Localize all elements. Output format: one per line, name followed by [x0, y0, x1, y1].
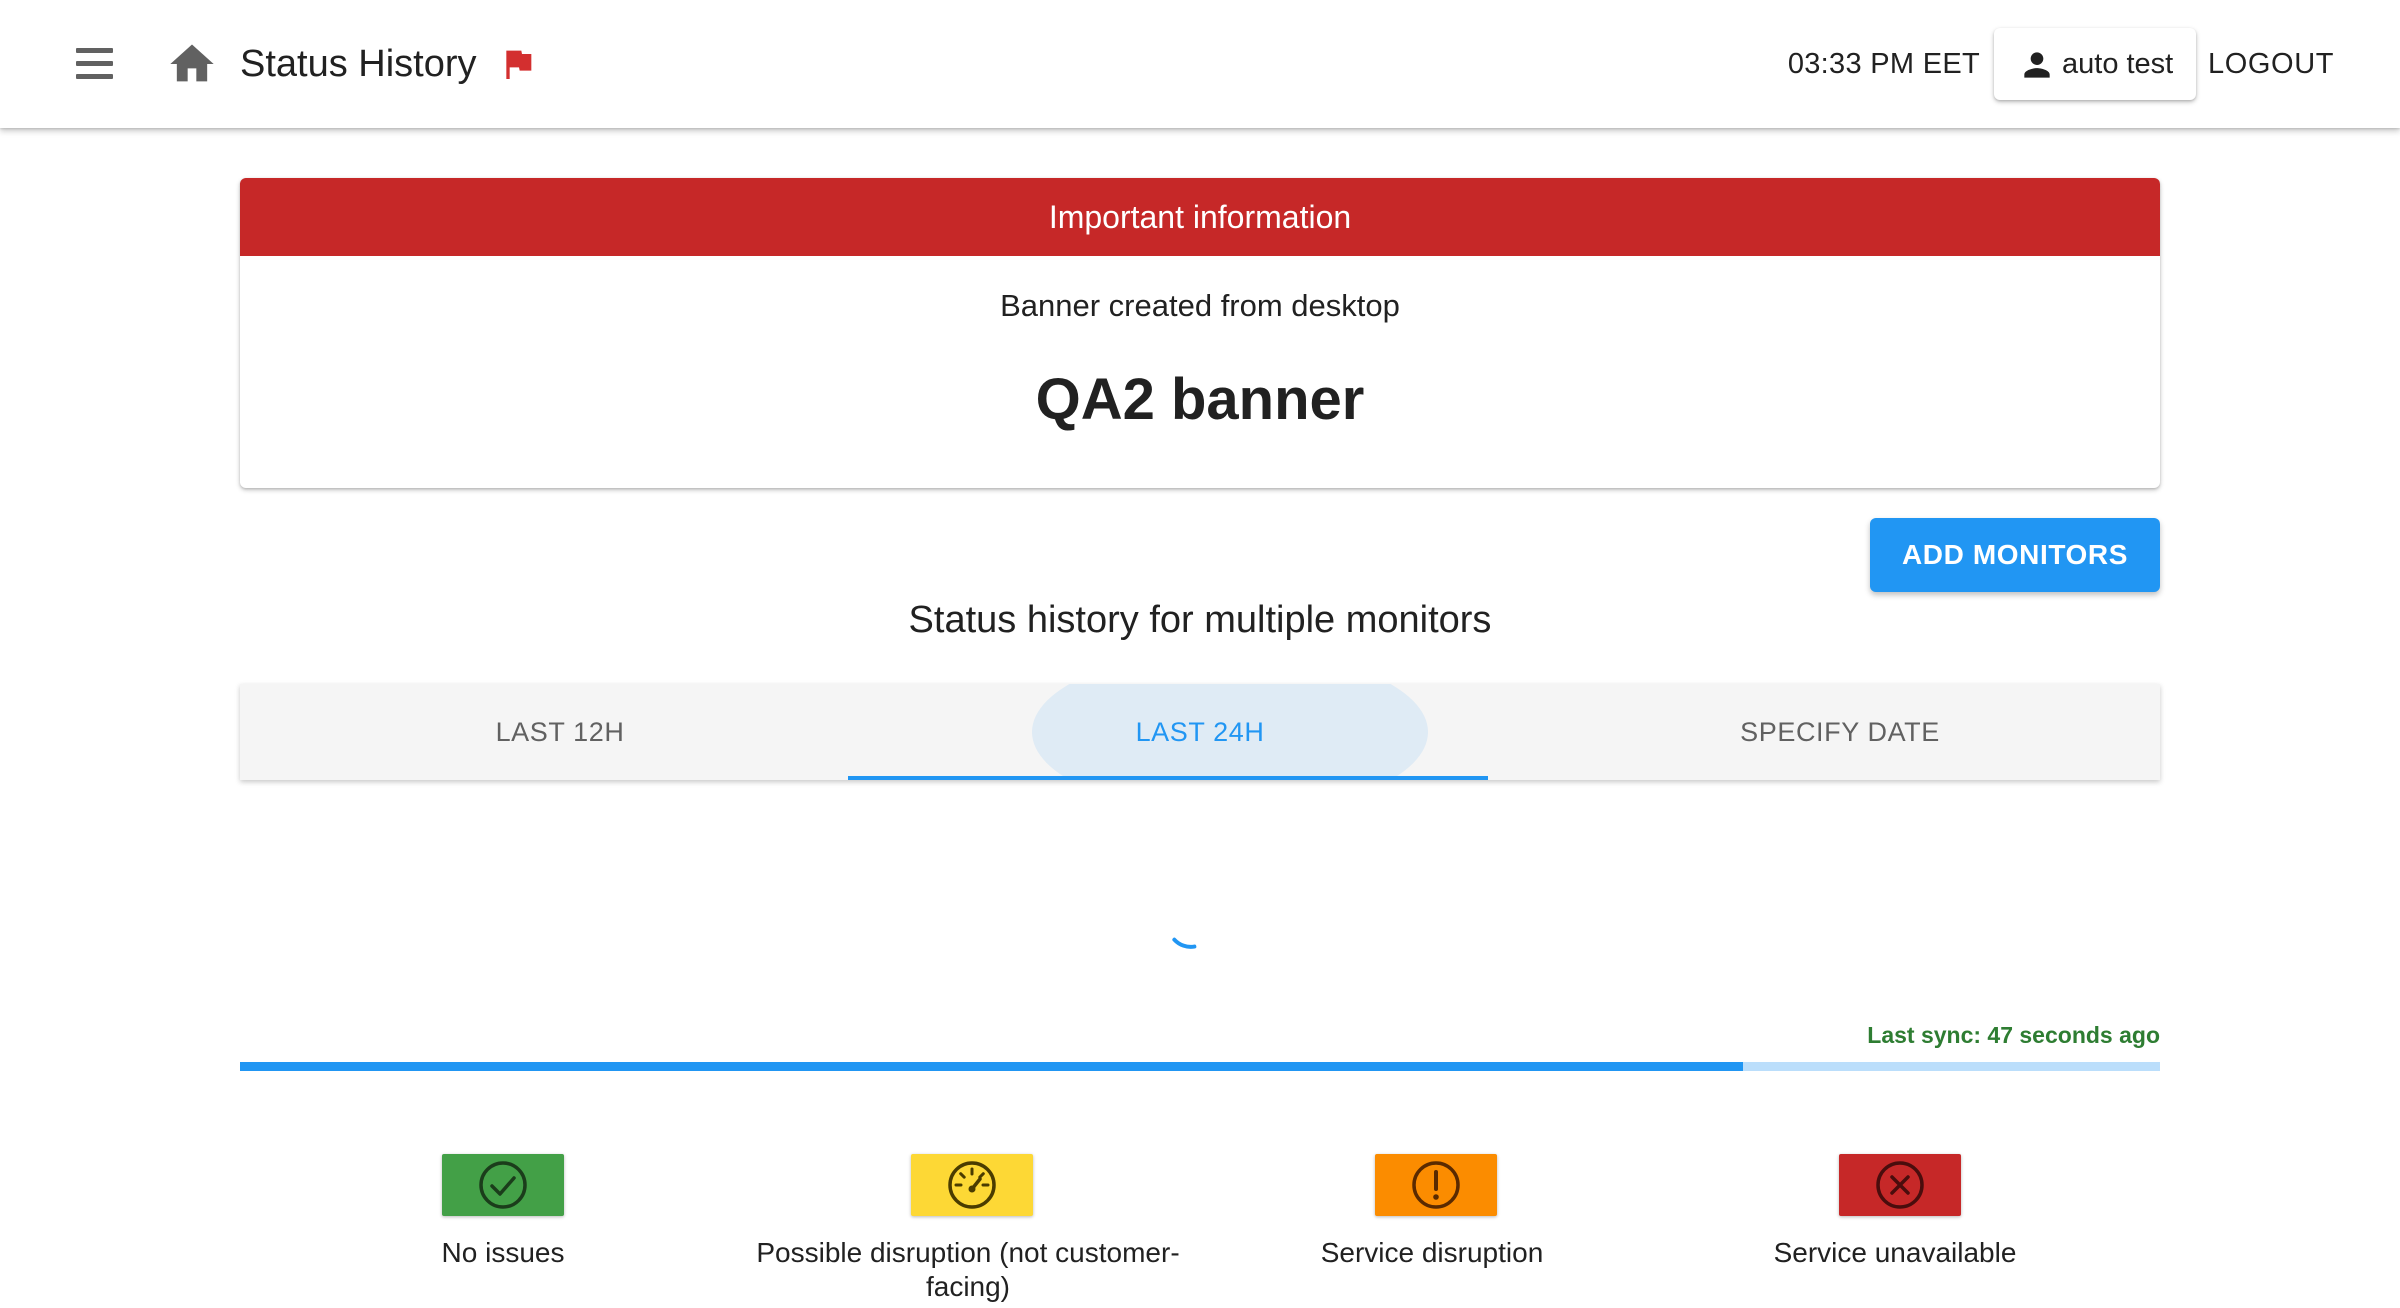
loading-spinner-icon	[1166, 904, 1226, 964]
banner-heading: Important information	[240, 178, 2160, 256]
add-monitors-button[interactable]: ADD MONITORS	[1870, 518, 2160, 592]
legend-label: Possible disruption (not customer-facing…	[756, 1237, 1180, 1302]
x-circle-icon	[1876, 1161, 1924, 1209]
menu-icon[interactable]	[66, 40, 122, 88]
legend-label: Service unavailable	[1773, 1237, 2017, 1268]
user-menu-button[interactable]: auto test	[1994, 28, 2196, 100]
logout-button[interactable]: LOGOUT	[2208, 40, 2334, 88]
tab-specify-date[interactable]: SPECIFY DATE	[1520, 684, 2160, 780]
banner-title: QA2 banner	[1035, 367, 1365, 432]
tab-last-12h[interactable]: LAST 12H	[240, 684, 880, 780]
tab-label: LAST 12H	[495, 717, 625, 747]
legend-swatch	[911, 1154, 1033, 1216]
page-title: Status History	[240, 43, 477, 85]
app-bar: Status History 03:33 PM EET auto test LO…	[0, 0, 2400, 128]
sync-progress-fill	[240, 1062, 1744, 1071]
important-info-banner: Important information Banner created fro…	[240, 178, 2160, 488]
person-icon	[2018, 46, 2056, 84]
legend-swatch	[1375, 1154, 1497, 1216]
tab-indicator	[848, 776, 1488, 780]
tab-last-24h[interactable]: LAST 24H	[880, 684, 1520, 780]
last-sync-status: Last sync: 47 seconds ago	[1867, 1022, 2160, 1048]
tab-label: LAST 24H	[1135, 717, 1265, 747]
banner-subtitle: Banner created from desktop	[1000, 288, 1400, 323]
time-range-tabs: LAST 12H LAST 24H SPECIFY DATE	[240, 684, 2160, 780]
section-title: Status history for multiple monitors	[908, 599, 1492, 641]
legend-swatch	[1839, 1154, 1961, 1216]
exclamation-circle-icon	[1412, 1161, 1460, 1209]
home-icon[interactable]	[166, 38, 218, 90]
user-name: auto test	[2062, 48, 2174, 80]
sync-progress-bar	[240, 1062, 2160, 1071]
legend-label: Service disruption	[1320, 1237, 1544, 1268]
check-circle-icon	[479, 1161, 527, 1209]
flag-icon[interactable]	[498, 44, 538, 84]
legend-swatch	[442, 1154, 564, 1216]
legend-label: No issues	[441, 1237, 565, 1268]
speedometer-icon	[948, 1161, 996, 1209]
clock: 03:33 PM EET	[1787, 48, 1980, 80]
tab-label: SPECIFY DATE	[1740, 717, 1940, 747]
